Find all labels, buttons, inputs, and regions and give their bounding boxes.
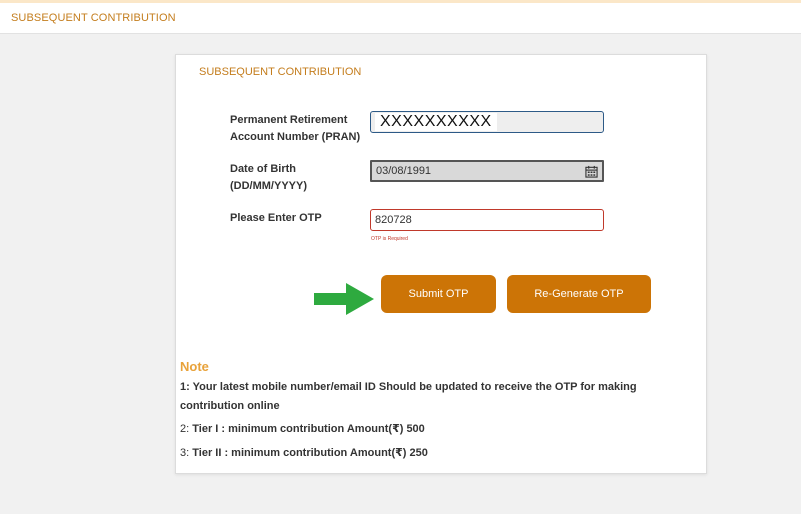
note-item-1-num: 1: [180,381,190,393]
note-title: Note [180,359,209,374]
dob-label: Date of Birth (DD/MM/YYYY) [230,161,370,195]
pran-value: XXXXXXXXXX [375,113,497,131]
contribution-form-card: SUBSEQUENT CONTRIBUTION Permanent Retire… [175,54,707,474]
otp-label: Please Enter OTP [230,212,322,224]
note-item-1-text: Your latest mobile number/email ID Shoul… [180,381,637,412]
note-item-2-text: Tier I : minimum contribution Amount(₹) … [189,423,425,435]
submit-otp-button[interactable]: Submit OTP [381,275,496,313]
note-item-2-num: 2: [180,423,190,435]
pran-label-line2: Account Number (PRAN) [230,131,361,143]
otp-input[interactable]: 820728 [370,209,604,231]
dob-label-line2: (DD/MM/YYYY) [230,180,307,192]
arrow-right-icon [314,283,374,315]
page-title: SUBSEQUENT CONTRIBUTION [11,12,176,24]
note-item-3: 3: Tier II : minimum contribution Amount… [180,444,680,463]
regenerate-otp-button[interactable]: Re-Generate OTP [507,275,651,313]
note-item-3-num: 3: [180,447,190,459]
pran-label-line1: Permanent Retirement [230,114,348,126]
otp-error-message: OTP is Required [371,236,408,242]
dob-field[interactable]: 03/08/1991 [370,160,604,182]
note-item-3-text: Tier II : minimum contribution Amount(₹)… [189,447,428,459]
calendar-icon[interactable] [585,165,598,178]
dob-value: 03/08/1991 [376,165,432,177]
page-header: SUBSEQUENT CONTRIBUTION [0,3,801,34]
dob-label-line1: Date of Birth [230,163,296,175]
note-item-2: 2: Tier I : minimum contribution Amount(… [180,420,680,439]
note-item-1: 1: Your latest mobile number/email ID Sh… [180,378,680,416]
pran-label: Permanent Retirement Account Number (PRA… [230,112,370,146]
otp-value: 820728 [375,214,412,226]
form-title: SUBSEQUENT CONTRIBUTION [199,66,362,78]
pran-field[interactable]: XXXXXXXXXX [370,111,604,133]
